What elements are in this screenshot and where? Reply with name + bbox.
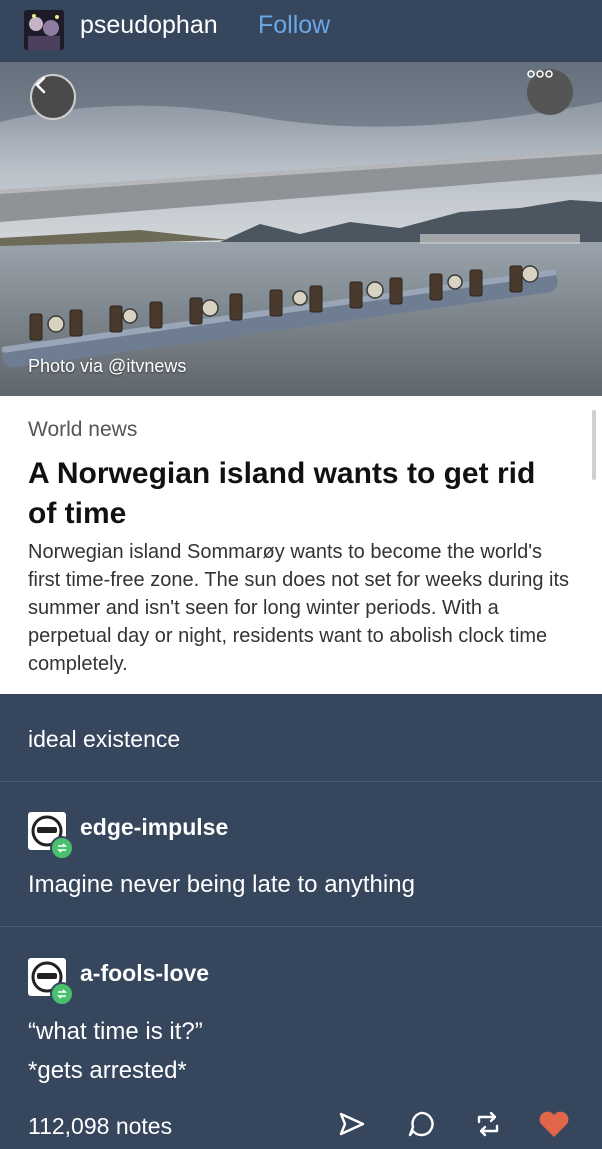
reply-icon xyxy=(407,1110,435,1143)
reblog-icon xyxy=(50,982,74,1006)
reblog-icon xyxy=(50,836,74,860)
divider xyxy=(0,781,602,782)
article-photo: Photo via @itvnews xyxy=(0,62,602,396)
article-section: World news xyxy=(28,418,138,441)
reblog-icon xyxy=(473,1110,503,1143)
scrollbar[interactable] xyxy=(592,410,596,480)
reblog-text: “what time is it?” xyxy=(28,1018,203,1045)
article-body: Norwegian island Sommarøy wants to becom… xyxy=(28,541,569,675)
more-button[interactable] xyxy=(527,69,573,115)
notes-count[interactable]: 112,098 notes xyxy=(28,1113,172,1140)
photo-credit: Photo via @itvnews xyxy=(28,356,187,376)
like-button[interactable] xyxy=(536,1108,572,1144)
post-header: pseudophan Follow xyxy=(0,0,602,62)
avatar[interactable] xyxy=(24,10,64,50)
reblog-text: Imagine never being late to anything xyxy=(28,871,415,898)
back-button[interactable] xyxy=(30,74,76,120)
reblog-username[interactable]: a-fools-love xyxy=(80,960,209,987)
share-button[interactable] xyxy=(334,1108,370,1144)
photo-scene xyxy=(0,62,602,396)
share-icon xyxy=(338,1111,366,1142)
reblog-username[interactable]: edge-impulse xyxy=(80,814,228,841)
username[interactable]: pseudophan xyxy=(80,11,218,40)
reblog-button[interactable] xyxy=(470,1108,506,1144)
reply-button[interactable] xyxy=(403,1108,439,1144)
like-icon xyxy=(538,1110,570,1143)
divider xyxy=(0,926,602,927)
post-caption: ideal existence xyxy=(28,726,181,752)
follow-button[interactable]: Follow xyxy=(258,11,330,40)
article-card[interactable]: World news A Norwegian island wants to g… xyxy=(0,396,602,694)
reblog-text: *gets arrested* xyxy=(28,1057,187,1084)
article-headline[interactable]: A Norwegian island wants to get rid of t… xyxy=(28,454,568,534)
